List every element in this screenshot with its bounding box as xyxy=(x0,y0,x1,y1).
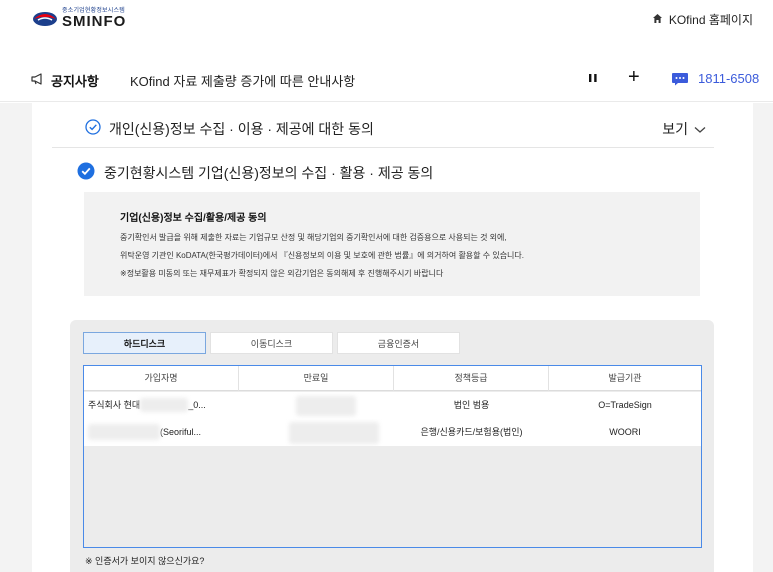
cell-name: (Seoriful... xyxy=(84,419,239,446)
header: 중소기업현황정보시스템 SMINFO KOfind 홈페이지 xyxy=(0,0,773,56)
column-header-policy: 정책등급 xyxy=(394,366,549,391)
redacted-block xyxy=(289,422,379,444)
cell-expiry xyxy=(239,392,394,419)
table-row[interactable]: (Seoriful... 은행/신용카드/보험용(법인) WOORI xyxy=(84,419,701,446)
pause-button[interactable] xyxy=(586,70,600,86)
consent-info-line: 위탁운영 기관인 KoDATA(한국평가데이터)에서 『신용정보의 이용 및 보… xyxy=(120,251,524,260)
column-header-name: 가입자명 xyxy=(84,366,239,391)
redacted-block xyxy=(88,423,160,440)
cert-help-link[interactable]: ※ 인증서가 보이지 않으신가요? xyxy=(85,554,204,567)
consent-info-box: 기업(신용)정보 수집/활용/제공 동의 중기확인서 발급을 위해 제출한 자료… xyxy=(84,192,700,296)
chat-icon[interactable] xyxy=(671,72,689,86)
redacted-block xyxy=(296,396,356,416)
home-link-label: KOfind 홈페이지 xyxy=(668,13,753,27)
check-circle-outline-icon[interactable] xyxy=(85,119,101,140)
tab-financial-cert[interactable]: 금융인증서 xyxy=(337,332,460,354)
chevron-down-icon xyxy=(694,121,706,137)
phone-number[interactable]: 1811-6508 xyxy=(698,71,759,86)
certificate-table: 가입자명 만료일 정책등급 발급기관 주식회사 현대 _0... 법인 범용 O=… xyxy=(83,365,702,548)
view-button[interactable]: 보기 xyxy=(662,119,706,139)
notice-headline-link[interactable]: KOfind 자료 제출량 증가에 따른 안내사항 xyxy=(130,71,355,90)
cell-issuer: WOORI xyxy=(609,427,641,437)
megaphone-icon xyxy=(30,72,46,90)
cell-name-suffix: (Seoriful... xyxy=(160,427,202,437)
redacted-block xyxy=(140,397,189,412)
cell-issuer: O=TradeSign xyxy=(598,400,652,410)
cell-expiry xyxy=(239,419,394,446)
view-button-label: 보기 xyxy=(662,121,688,137)
logo-title: SMINFO xyxy=(62,13,127,30)
consent-company-info[interactable]: 중기현황시스템 기업(신용)정보의 수집 · 활용 · 제공 동의 xyxy=(52,158,714,188)
column-header-issuer: 발급기관 xyxy=(608,373,642,383)
certificate-selector: 하드디스크 이동디스크 금융인증서 가입자명 만료일 정책등급 발급기관 주식회… xyxy=(70,320,714,572)
sminfo-logo[interactable]: 중소기업현황정보시스템 SMINFO xyxy=(32,8,126,29)
table-header: 가입자명 만료일 정책등급 발급기관 xyxy=(84,366,701,391)
tab-hard-disk[interactable]: 하드디스크 xyxy=(83,332,206,354)
cell-policy: 은행/신용카드/보험용(법인) xyxy=(420,427,523,437)
notice-bar: 공지사항 KOfind 자료 제출량 증가에 따른 안내사항 + 1811-65… xyxy=(0,56,773,102)
kofind-home-link[interactable]: KOfind 홈페이지 xyxy=(652,11,753,28)
notice-label: 공지사항 xyxy=(51,74,99,89)
consent-info-line: ※정보활용 미동의 또는 재무제표가 확정되지 않은 외감기업은 동의해제 후 … xyxy=(120,269,444,278)
tab-removable-disk[interactable]: 이동디스크 xyxy=(210,332,333,354)
cell-name: 주식회사 현대 _0... xyxy=(84,392,239,419)
plus-icon[interactable]: + xyxy=(628,67,640,87)
consent-personal-info[interactable]: 개인(신용)정보 수집 · 이용 · 제공에 대한 동의 보기 xyxy=(52,110,714,148)
cell-name-suffix: _0... xyxy=(188,400,206,410)
cell-name-prefix: 주식회사 현대 xyxy=(88,400,141,410)
consent-info-line: 중기확인서 발급을 위해 제출한 자료는 기업규모 산정 및 해당기업의 중기확… xyxy=(120,233,507,242)
cell-policy: 법인 범용 xyxy=(453,400,490,410)
check-circle-filled-icon[interactable] xyxy=(77,162,95,185)
consent-company-info-label: 중기현황시스템 기업(신용)정보의 수집 · 활용 · 제공 동의 xyxy=(104,165,434,181)
column-header-expiry: 만료일 xyxy=(239,366,394,391)
table-row[interactable]: 주식회사 현대 _0... 법인 범용 O=TradeSign xyxy=(84,392,701,419)
consent-info-title: 기업(신용)정보 수집/활용/제공 동의 xyxy=(120,213,267,224)
home-icon xyxy=(652,13,663,27)
consent-personal-info-label: 개인(신용)정보 수집 · 이용 · 제공에 대한 동의 xyxy=(109,121,374,137)
logo-mark-icon xyxy=(32,11,58,27)
